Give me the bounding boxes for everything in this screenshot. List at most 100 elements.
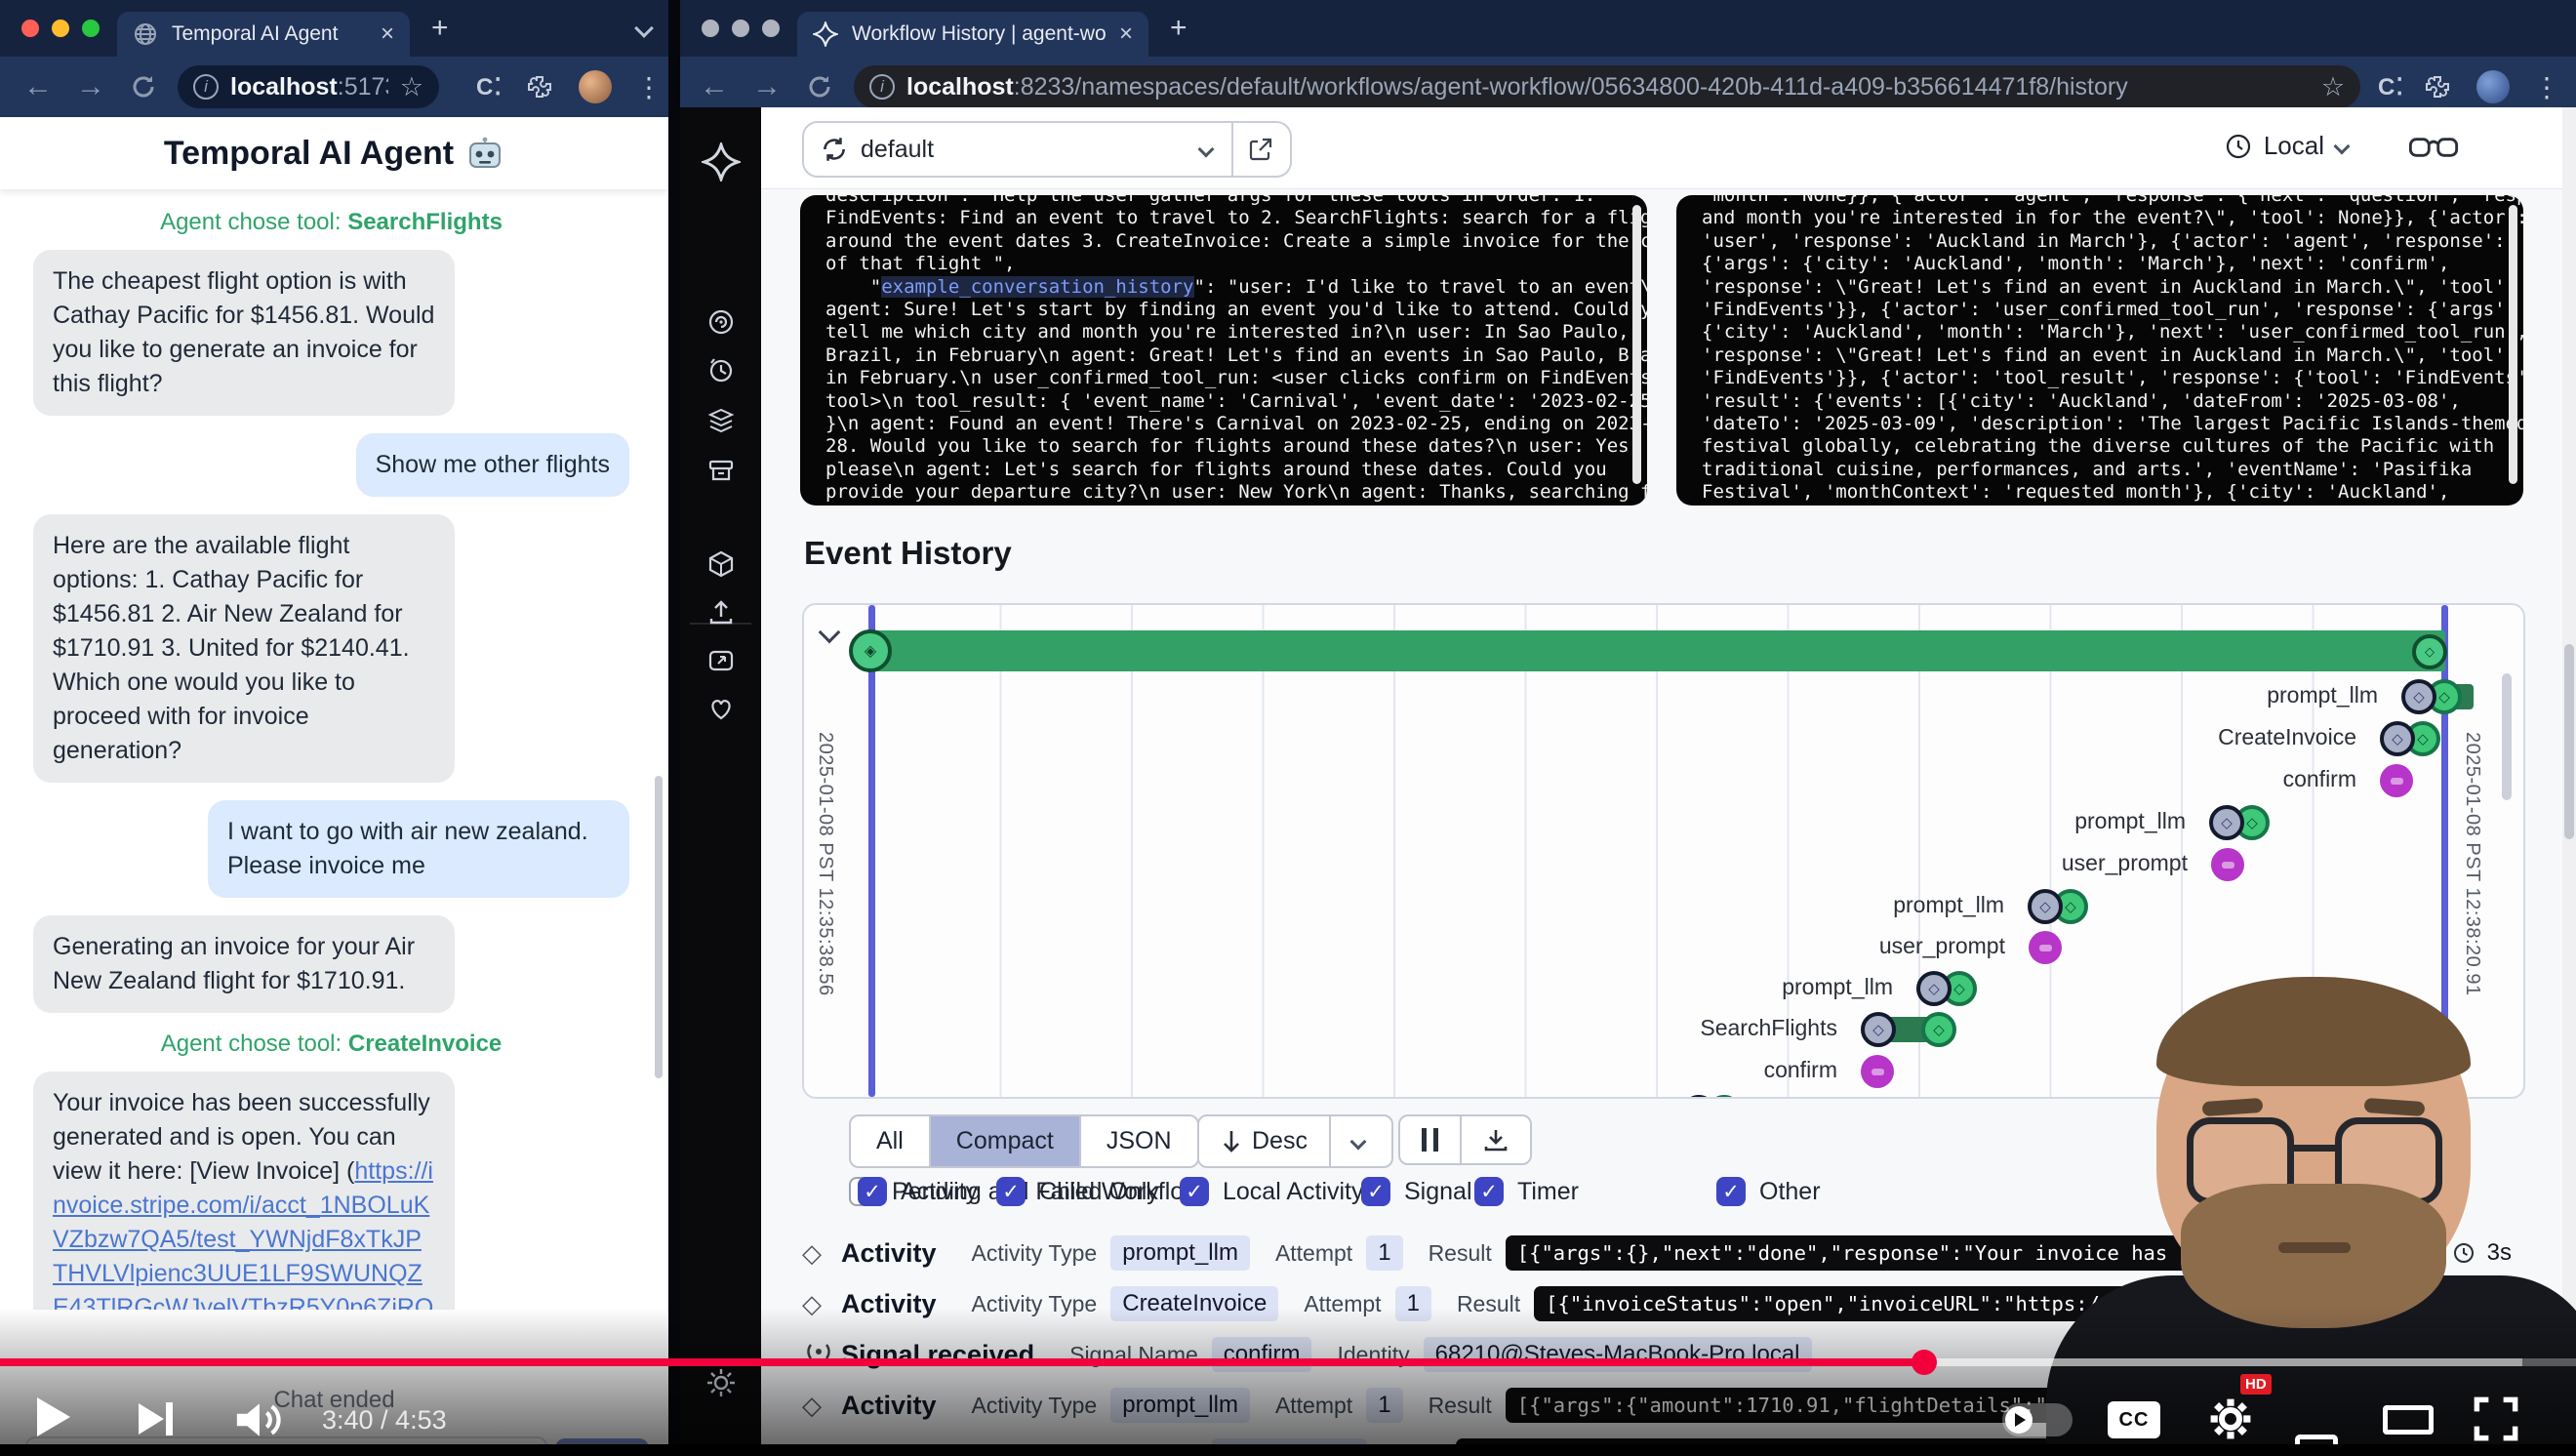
theater-mode-button[interactable] bbox=[2383, 1405, 2434, 1435]
minimize-window-button[interactable] bbox=[52, 20, 69, 37]
filter-local-activity[interactable]: ✓Local Activity bbox=[1180, 1177, 1364, 1206]
window-gap bbox=[668, 0, 680, 1456]
sort-desc-button[interactable]: Desc bbox=[1199, 1116, 1331, 1166]
timeline-scrollbar[interactable] bbox=[2502, 673, 2512, 800]
refresh-button[interactable] bbox=[805, 72, 834, 101]
maximize-window-button[interactable] bbox=[82, 20, 100, 37]
timeline-event-label: prompt_llm bbox=[1547, 1098, 1658, 1099]
minimize-window-button[interactable] bbox=[732, 20, 749, 37]
browser-menu-icon[interactable]: ⋮ bbox=[2533, 71, 2560, 103]
tab-compact[interactable]: Compact bbox=[931, 1116, 1081, 1166]
workflow-input-panel-left[interactable]: description": "Help the user gather args… bbox=[800, 195, 1647, 506]
back-button[interactable]: ← bbox=[700, 70, 729, 103]
window-controls[interactable] bbox=[21, 20, 100, 37]
browser-menu-icon[interactable]: ⋮ bbox=[635, 71, 663, 103]
play-button[interactable] bbox=[37, 1397, 70, 1436]
extension-c-icon[interactable]: C⁚ bbox=[476, 73, 503, 101]
filter-child-workflow[interactable]: ✓Child Workflow bbox=[996, 1177, 1201, 1206]
tab-title: Workflow History | agent-wor bbox=[852, 22, 1106, 46]
fullscreen-button[interactable] bbox=[2473, 1395, 2519, 1442]
page-scrollbar[interactable] bbox=[2562, 107, 2576, 1456]
settings-gear-icon[interactable] bbox=[2207, 1395, 2254, 1442]
left-toolbar: ← → i localhost :5173 ☆ C⁚ ⋮ bbox=[0, 57, 668, 117]
profile-avatar[interactable] bbox=[579, 70, 612, 103]
new-tab-button[interactable]: + bbox=[431, 12, 449, 45]
extensions-puzzle-icon[interactable] bbox=[526, 73, 553, 101]
temporal-logo[interactable] bbox=[702, 142, 741, 182]
url-host: localhost bbox=[906, 73, 1014, 101]
checkbox-checked[interactable]: ✓ bbox=[996, 1177, 1026, 1206]
refresh-button[interactable] bbox=[129, 72, 158, 101]
address-bar[interactable]: i localhost :8233/namespaces/default/wor… bbox=[854, 65, 2360, 108]
autoplay-toggle[interactable] bbox=[2002, 1403, 2073, 1436]
workflow-input-panel-right[interactable]: 'month': None}}, {'actor': 'agent', 'res… bbox=[1676, 195, 2523, 506]
tab-close-icon[interactable]: × bbox=[1119, 20, 1133, 48]
timeline-event-label: user_prompt bbox=[2062, 850, 2188, 876]
video-played-bar bbox=[0, 1358, 1924, 1366]
tab-search-chevron-icon[interactable] bbox=[634, 19, 654, 38]
checkbox-checked[interactable]: ✓ bbox=[1474, 1177, 1504, 1206]
agent-message: Generating an invoice for your Air New Z… bbox=[33, 915, 455, 1013]
table-row[interactable]: ◇ActivityActivity Typeprompt_llmAttempt1… bbox=[802, 1232, 2525, 1274]
checkbox-checked[interactable]: ✓ bbox=[1361, 1177, 1390, 1206]
filter-timer[interactable]: ✓Timer bbox=[1474, 1177, 1579, 1206]
event-id-link[interactable]: 106 bbox=[2401, 1239, 2440, 1267]
download-history-button[interactable] bbox=[1462, 1116, 1530, 1163]
event-id-link[interactable]: 105 bbox=[2351, 1239, 2390, 1267]
namespaces-icon[interactable] bbox=[705, 404, 737, 435]
feedback-icon[interactable] bbox=[705, 646, 737, 677]
forward-button[interactable]: → bbox=[752, 70, 782, 103]
labs-glasses-icon[interactable] bbox=[2408, 133, 2459, 162]
checkbox-checked[interactable]: ✓ bbox=[1180, 1177, 1209, 1206]
tab-json[interactable]: JSON bbox=[1081, 1116, 1197, 1166]
import-icon[interactable] bbox=[705, 597, 737, 628]
labs-cube-icon[interactable] bbox=[705, 548, 737, 580]
archival-icon[interactable] bbox=[705, 455, 737, 486]
namespace-selector[interactable]: default bbox=[802, 121, 1292, 178]
site-info-icon[interactable]: i bbox=[193, 74, 219, 100]
tab-temporal-ai-agent[interactable]: Temporal AI Agent × bbox=[117, 12, 410, 57]
checkbox-checked[interactable]: ✓ bbox=[858, 1177, 887, 1206]
maximize-window-button[interactable] bbox=[762, 20, 780, 37]
new-tab-button[interactable]: + bbox=[1170, 12, 1187, 45]
filter-other[interactable]: ✓Other bbox=[1716, 1177, 1821, 1206]
extensions-puzzle-icon[interactable] bbox=[2424, 73, 2451, 101]
open-external-icon[interactable] bbox=[1247, 136, 1274, 163]
bookmark-star-icon[interactable]: ☆ bbox=[400, 72, 423, 102]
timeline-event-label: SearchFlights bbox=[1700, 1015, 1837, 1041]
code-scrollbar[interactable] bbox=[2509, 205, 2517, 484]
next-video-button[interactable] bbox=[139, 1403, 164, 1435]
chat-message-list: Agent chose tool: SearchFlightsThe cheap… bbox=[33, 195, 629, 1310]
video-playhead[interactable] bbox=[1912, 1350, 1937, 1375]
captions-button[interactable]: CC bbox=[2108, 1401, 2160, 1438]
forward-button[interactable]: → bbox=[76, 70, 105, 103]
tab-close-icon[interactable]: × bbox=[381, 20, 394, 48]
sort-menu-button[interactable] bbox=[1331, 1116, 1391, 1166]
close-window-button[interactable] bbox=[21, 20, 39, 37]
divider bbox=[1231, 122, 1233, 177]
schedules-icon[interactable] bbox=[705, 355, 737, 386]
extension-c-icon[interactable]: C⁚ bbox=[2378, 73, 2404, 101]
field-value-chip: 1 bbox=[1366, 1235, 1402, 1271]
bookmark-star-icon[interactable]: ☆ bbox=[2321, 72, 2345, 102]
timeline-event-label: user_prompt bbox=[1879, 933, 2005, 959]
filter-activity[interactable]: ✓Activity bbox=[858, 1177, 978, 1206]
close-window-button[interactable] bbox=[702, 20, 719, 37]
profile-avatar[interactable] bbox=[2476, 70, 2510, 103]
checkbox-checked[interactable]: ✓ bbox=[1716, 1177, 1746, 1206]
code-scrollbar[interactable] bbox=[1632, 205, 1641, 484]
volume-icon[interactable] bbox=[232, 1399, 289, 1440]
back-button[interactable]: ← bbox=[23, 70, 53, 103]
tab-workflow-history[interactable]: Workflow History | agent-wor × bbox=[797, 12, 1148, 57]
filter-signal[interactable]: ✓Signal bbox=[1361, 1177, 1472, 1206]
chevron-down-icon bbox=[2334, 138, 2351, 154]
pause-autoscroll-button[interactable] bbox=[1400, 1116, 1462, 1163]
favorites-heart-icon[interactable] bbox=[705, 693, 737, 724]
chat-scrollbar[interactable] bbox=[655, 776, 663, 1078]
address-bar[interactable]: i localhost :5173 ☆ bbox=[178, 65, 439, 108]
tab-all[interactable]: All bbox=[851, 1116, 931, 1166]
workflows-icon[interactable] bbox=[705, 306, 737, 338]
tool-banner: Agent chose tool: SearchFlights bbox=[33, 209, 629, 236]
timezone-selector[interactable]: Local bbox=[2225, 131, 2354, 161]
site-info-icon[interactable]: i bbox=[869, 74, 895, 100]
